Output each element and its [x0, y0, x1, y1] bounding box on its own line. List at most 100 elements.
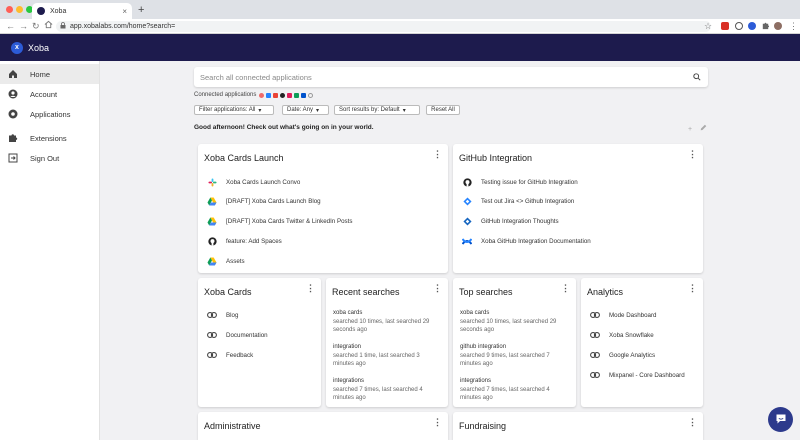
browser-tab[interactable]: Xoba × [32, 3, 132, 19]
address-bar[interactable]: app.xobalabs.com/home?search= [56, 21, 711, 32]
list-item[interactable]: Feedback [207, 350, 253, 360]
card-menu-icon[interactable]: ⋮ [688, 149, 697, 160]
list-item[interactable]: Xoba GitHub Integration Documentation [462, 236, 591, 246]
back-icon[interactable]: ← [6, 20, 15, 33]
add-application-icon[interactable] [308, 92, 314, 98]
list-item-label: Mode Dashboard [609, 311, 657, 319]
search-meta: searched 10 times, last searched 29 [460, 318, 557, 325]
search-history-item[interactable]: integrations searched 7 times, last sear… [460, 377, 570, 403]
search-history-item[interactable]: xoba cards searched 10 times, last searc… [460, 309, 570, 335]
list-item[interactable]: GitHub Integration Thoughts [462, 216, 559, 226]
connected-app-icons [259, 92, 315, 98]
list-item[interactable]: [DRAFT] Xoba Cards Launch Blog [207, 196, 321, 206]
sidebar: Home Account Applications Extensions Sig… [0, 61, 100, 440]
bookmark-star-icon[interactable]: ☆ [704, 20, 712, 33]
list-item-label: Xoba GitHub Integration Documentation [481, 237, 591, 245]
list-item-label: Test out Jira <> Github Integration [481, 197, 575, 205]
card-xoba-cards-launch: Xoba Cards Launch ⋮ Xoba Cards Launch Co… [198, 144, 448, 273]
list-item[interactable]: Test out Jira <> Github Integration [462, 196, 574, 206]
asana-icon[interactable] [259, 92, 265, 98]
link-icon [207, 330, 217, 340]
reset-all-button[interactable]: Reset All [426, 105, 460, 115]
date-filter-select[interactable]: Date: Any ▾ [282, 105, 329, 115]
search-term: integrations [333, 378, 365, 384]
browser-tab-bar: Xoba × + [0, 0, 800, 19]
link-icon [207, 310, 217, 320]
search-history-item[interactable]: integrations searched 7 times, last sear… [333, 377, 443, 403]
google-drive-icon[interactable] [294, 92, 300, 98]
list-item[interactable]: Google Analytics [590, 350, 655, 360]
card-menu-icon[interactable]: ⋮ [306, 283, 315, 294]
sort-results-label: Sort results by: Default [339, 107, 400, 113]
chat-button[interactable] [768, 407, 793, 432]
applications-icon [8, 109, 18, 119]
card-menu-icon[interactable]: ⋮ [561, 283, 570, 294]
list-item[interactable]: Mode Dashboard [590, 310, 656, 320]
search-history-item[interactable]: xoba cards searched 10 times, last searc… [333, 309, 443, 335]
card-menu-icon[interactable]: ⋮ [688, 283, 697, 294]
list-item[interactable]: feature: Add Spaces [207, 236, 282, 246]
card-github-integration: GitHub Integration ⋮ Testing issue for G… [453, 144, 703, 273]
filter-applications-select[interactable]: Filter applications: All ▾ [194, 105, 274, 115]
search-icon[interactable] [690, 73, 704, 81]
card-administrative: Administrative ⋮ [198, 412, 448, 440]
card-title: Analytics [587, 287, 624, 297]
sidebar-item-extensions[interactable]: Extensions [0, 128, 99, 148]
github-icon[interactable] [280, 92, 286, 98]
list-item[interactable]: Assets [207, 256, 245, 266]
greeting-actions: + [688, 124, 707, 133]
list-item[interactable]: Documentation [207, 330, 268, 340]
sidebar-item-account[interactable]: Account [0, 84, 99, 104]
list-item[interactable]: Blog [207, 310, 238, 320]
minimize-window-button[interactable] [16, 6, 23, 13]
search-history-item[interactable]: integration searched 1 time, last search… [333, 343, 443, 369]
sidebar-item-sign-out[interactable]: Sign Out [0, 148, 99, 168]
list-item[interactable]: Mixpanel - Core Dashboard [590, 370, 685, 380]
slack-icon[interactable] [287, 92, 293, 98]
extension-icon-xoba[interactable] [748, 22, 756, 30]
extensions-puzzle-icon[interactable] [761, 21, 770, 34]
extension-icon-red[interactable] [721, 22, 729, 30]
search-meta: minutes ago [460, 361, 493, 367]
card-xoba-cards: Xoba Cards ⋮ Blog Documentation Feedback [198, 278, 321, 407]
card-menu-icon[interactable]: ⋮ [433, 149, 442, 160]
browser-toolbar: ← → ↻ app.xobalabs.com/home?search= ☆ ⋮ [0, 19, 800, 34]
list-item[interactable]: Testing issue for GitHub Integration [462, 177, 578, 187]
jira-icon[interactable] [266, 92, 272, 98]
forward-icon[interactable]: → [19, 20, 28, 33]
close-window-button[interactable] [6, 6, 13, 13]
extension-icon-info[interactable] [735, 22, 743, 30]
confluence-icon[interactable] [301, 92, 307, 98]
sort-results-select[interactable]: Sort results by: Default ▾ [334, 105, 420, 115]
new-tab-button[interactable]: + [138, 4, 144, 16]
search-input[interactable] [200, 72, 690, 82]
sidebar-item-home[interactable]: Home [0, 64, 99, 84]
tab-close-icon[interactable]: × [122, 7, 127, 16]
google-drive-icon [207, 256, 217, 266]
card-menu-icon[interactable]: ⋮ [433, 283, 442, 294]
gmail-icon[interactable] [273, 92, 279, 98]
list-item-label: [DRAFT] Xoba Cards Launch Blog [226, 197, 321, 205]
search-bar [194, 67, 708, 87]
sidebar-item-label: Sign Out [30, 153, 60, 163]
reload-icon[interactable]: ↻ [32, 20, 40, 33]
add-card-icon[interactable]: + [688, 126, 692, 133]
connected-applications: Connected applications [194, 92, 315, 98]
list-item-label: Testing issue for GitHub Integration [481, 178, 578, 186]
list-item[interactable]: Xoba Cards Launch Convo [207, 177, 300, 187]
lock-icon [60, 22, 66, 31]
jira-icon [462, 196, 472, 206]
search-history-item[interactable]: github integration searched 9 times, las… [460, 343, 570, 369]
sidebar-item-applications[interactable]: Applications [0, 104, 99, 124]
browser-menu-icon[interactable]: ⋮ [789, 20, 798, 33]
card-menu-icon[interactable]: ⋮ [433, 417, 442, 428]
edit-icon[interactable] [700, 124, 707, 133]
profile-avatar[interactable] [774, 22, 782, 30]
chevron-down-icon: ▾ [402, 107, 406, 114]
search-term: integration [333, 344, 362, 350]
card-menu-icon[interactable]: ⋮ [688, 417, 697, 428]
list-item[interactable]: Xoba Snowflake [590, 330, 654, 340]
link-icon [590, 350, 600, 360]
home-browser-icon[interactable] [44, 20, 53, 33]
list-item[interactable]: [DRAFT] Xoba Cards Twitter & LinkedIn Po… [207, 216, 352, 226]
